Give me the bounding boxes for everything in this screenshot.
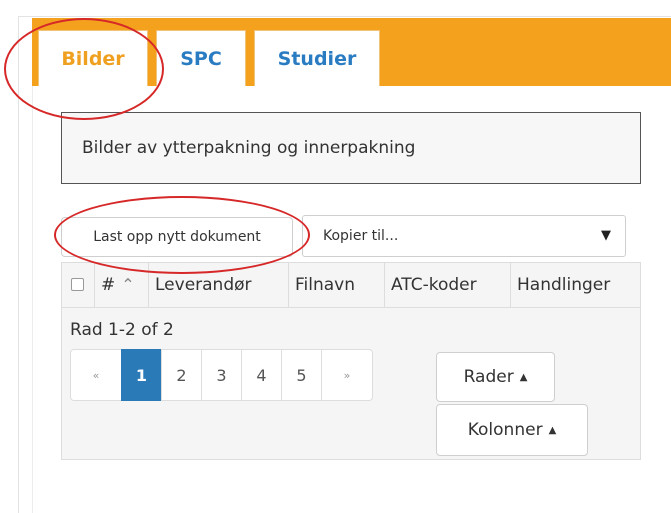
tab-bilder[interactable]: Bilder — [38, 30, 148, 87]
header-filnavn-label: Filnavn — [295, 274, 356, 295]
caret-up-icon: ▲ — [519, 371, 528, 383]
header-number[interactable]: # ⌃ — [95, 262, 149, 307]
page-next-button[interactable]: » — [321, 349, 373, 401]
header-select-cell — [61, 262, 95, 307]
upload-document-button[interactable]: Last opp nytt dokument — [61, 217, 293, 257]
header-atc-koder-label: ATC-koder — [391, 274, 477, 295]
upload-document-label: Last opp nytt dokument — [93, 229, 261, 245]
rows-dropdown-label: Rader — [463, 367, 514, 387]
page-4-button[interactable]: 4 — [241, 349, 282, 401]
row-count-info: Rad 1-2 of 2 — [70, 320, 174, 340]
sort-ascending-icon[interactable]: ⌃ — [121, 275, 134, 294]
page-2-button[interactable]: 2 — [161, 349, 202, 401]
tab-bar: Bilder SPC Studier — [32, 18, 671, 87]
copy-to-select[interactable]: Kopier til... ▼ — [302, 215, 626, 257]
page-1-button[interactable]: 1 — [121, 349, 162, 401]
caret-up-icon: ▲ — [548, 424, 557, 436]
page-prev-button[interactable]: « — [70, 349, 122, 401]
description-box: Bilder av ytterpakning og innerpakning — [61, 112, 641, 184]
table-header: # ⌃ Leverandør Filnavn ATC-koder Handlin… — [61, 262, 641, 308]
header-atc-koder[interactable]: ATC-koder — [385, 262, 511, 307]
caret-down-icon: ▼ — [601, 228, 611, 243]
columns-dropdown-button[interactable]: Kolonner ▲ — [436, 404, 588, 456]
page-5-button[interactable]: 5 — [281, 349, 322, 401]
page-3-button[interactable]: 3 — [201, 349, 242, 401]
header-number-label: # — [101, 274, 116, 295]
select-all-checkbox[interactable] — [71, 278, 84, 291]
description-text: Bilder av ytterpakning og innerpakning — [82, 138, 416, 158]
header-handlinger[interactable]: Handlinger — [511, 262, 641, 307]
copy-to-select-value: Kopier til... — [323, 228, 399, 244]
header-handlinger-label: Handlinger — [517, 274, 611, 295]
header-filnavn[interactable]: Filnavn — [289, 262, 385, 307]
tab-studier[interactable]: Studier — [254, 30, 380, 87]
header-leverandor-label: Leverandør — [155, 274, 252, 295]
rows-dropdown-button[interactable]: Rader ▲ — [436, 352, 555, 402]
tab-spc[interactable]: SPC — [156, 30, 246, 87]
header-leverandor[interactable]: Leverandør — [149, 262, 289, 307]
columns-dropdown-label: Kolonner — [467, 420, 543, 440]
pagination: « 1 2 3 4 5 » — [70, 349, 373, 401]
